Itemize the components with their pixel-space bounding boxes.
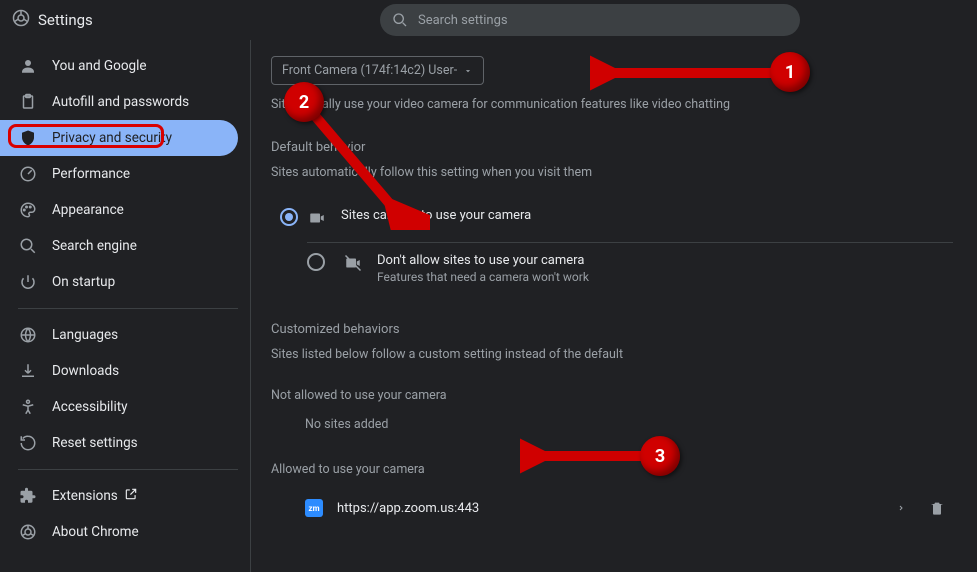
camera-select-value: Front Camera (174f:14c2) User- [282,63,457,78]
default-behavior-title: Default behavior [271,140,953,155]
chevron-right-icon[interactable] [897,502,905,514]
trash-icon[interactable] [929,500,945,516]
accessibility-icon [18,397,38,417]
search-input[interactable]: Search settings [380,4,800,36]
radio-option-label: Sites can ask to use your camera [341,208,531,223]
sidebar-item-label: Downloads [52,363,119,379]
camera-off-icon [343,253,363,273]
extension-icon [18,486,38,506]
sidebar-item-performance[interactable]: Performance [0,156,238,192]
camera-select-dropdown[interactable]: Front Camera (174f:14c2) User- [271,56,484,85]
chrome-icon [18,522,38,542]
sidebar-item-label: Performance [52,166,130,182]
sidebar-item-downloads[interactable]: Downloads [0,353,238,389]
search-placeholder: Search settings [418,13,508,28]
sidebar-item-languages[interactable]: Languages [0,317,238,353]
page-title: Settings [38,11,93,29]
zoom-favicon-icon: zm [305,499,323,517]
sidebar-item-label: Appearance [52,202,124,218]
custom-behaviors-title: Customized behaviors [271,322,953,337]
default-behavior-options: Sites can ask to use your camera Don't al… [271,198,953,294]
clipboard-icon [18,92,38,112]
blocked-sites-empty: No sites added [305,417,953,432]
sidebar-item-extensions[interactable]: Extensions [0,478,238,514]
sidebar-item-autofill-and-passwords[interactable]: Autofill and passwords [0,84,238,120]
search-icon [392,12,408,28]
sidebar-separator [18,469,238,470]
default-behavior-option[interactable]: Don't allow sites to use your camera Feat… [307,242,953,294]
chrome-logo-icon [12,9,30,31]
sidebar-item-label: Search engine [52,238,137,254]
sidebar-item-label: Autofill and passwords [52,94,189,110]
sidebar-item-about-chrome[interactable]: About Chrome [0,514,238,550]
sidebar-item-search-engine[interactable]: Search engine [0,228,238,264]
site-url: https://app.zoom.us:443 [337,501,897,516]
search-icon [18,236,38,256]
reset-icon [18,433,38,453]
sidebar-separator [18,308,238,309]
shield-icon [18,128,38,148]
sidebar-item-label: Reset settings [52,435,138,451]
radio-option-desc: Features that need a camera won't work [377,270,589,284]
sidebar: You and Google Autofill and passwords Priv… [0,40,250,572]
sidebar-item-label: On startup [52,274,115,290]
person-icon [18,56,38,76]
sidebar-item-label: Languages [52,327,118,343]
sidebar-item-you-and-google[interactable]: You and Google [0,48,238,84]
power-icon [18,272,38,292]
radio-button[interactable] [307,253,325,271]
default-behavior-option[interactable]: Sites can ask to use your camera [271,198,953,242]
allowed-sites-title: Allowed to use your camera [271,462,953,477]
radio-option-label: Don't allow sites to use your camera [377,253,589,268]
external-link-icon [124,487,138,505]
sidebar-item-label: About Chrome [52,524,139,540]
sidebar-item-reset-settings[interactable]: Reset settings [0,425,238,461]
palette-icon [18,200,38,220]
sidebar-item-on-startup[interactable]: On startup [0,264,238,300]
globe-icon [18,325,38,345]
custom-behaviors-sub: Sites listed below follow a custom setti… [271,347,953,362]
main-content: Front Camera (174f:14c2) User- Sites usu… [250,40,977,572]
camera-help-text: Sites usually use your video camera for … [271,97,953,112]
sidebar-item-label: Extensions [52,488,118,504]
sidebar-item-label: Accessibility [52,399,128,415]
sidebar-item-appearance[interactable]: Appearance [0,192,238,228]
gauge-icon [18,164,38,184]
chevron-down-icon [463,66,473,76]
allowed-site-row[interactable]: zm https://app.zoom.us:443 [271,491,953,525]
sidebar-item-label: Privacy and security [52,130,172,146]
camera-icon [307,208,327,228]
blocked-sites-title: Not allowed to use your camera [271,388,953,403]
header: Settings Search settings [0,0,977,40]
radio-button[interactable] [280,208,298,226]
default-behavior-sub: Sites automatically follow this setting … [271,165,953,180]
sidebar-item-privacy-and-security[interactable]: Privacy and security [0,120,238,156]
download-icon [18,361,38,381]
sidebar-item-accessibility[interactable]: Accessibility [0,389,238,425]
sidebar-item-label: You and Google [52,58,147,74]
